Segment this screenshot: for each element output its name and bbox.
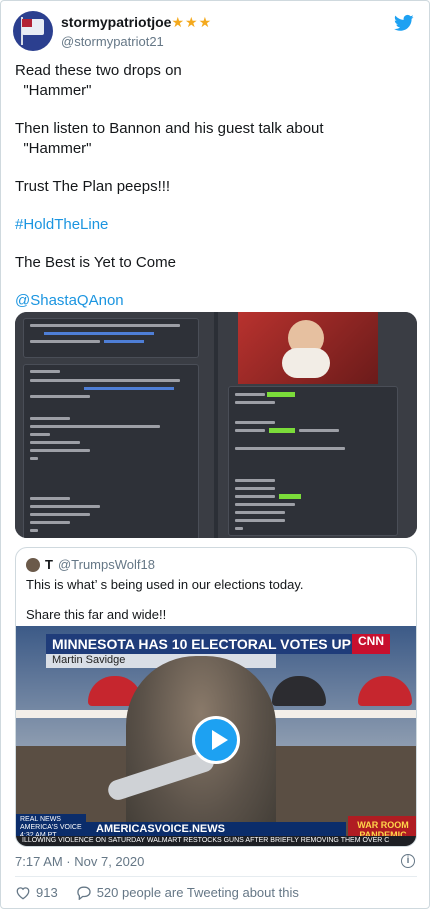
quoted-display-name: T xyxy=(45,557,53,572)
q-post-card xyxy=(23,318,199,358)
conversation-link[interactable]: 520 people are Tweeting about this xyxy=(76,885,299,900)
timestamp[interactable]: 7:17 AM · Nov 7, 2020 xyxy=(15,854,144,869)
flag-icon xyxy=(22,19,44,35)
avatar[interactable] xyxy=(13,11,53,51)
tv-headline: MINNESOTA HAS 10 ELECTORAL VOTES UP FOR … xyxy=(46,634,386,668)
stars-icon: ★★★ xyxy=(171,14,213,30)
war-room-logo: WAR ROOM PANDEMIC xyxy=(348,816,416,840)
quoted-tweet-header: T @TrumpsWolf18 xyxy=(26,557,155,572)
mention-link[interactable]: @ShastaQAnon xyxy=(15,292,124,309)
hashtag-link[interactable]: #HoldTheLine xyxy=(15,216,108,233)
tweet-header: stormypatriotjoe★★★ @stormypatriot21 xyxy=(13,11,419,51)
red-hat xyxy=(358,676,412,706)
media-grid[interactable] xyxy=(15,312,417,538)
play-button[interactable] xyxy=(192,716,240,764)
twitter-bird-icon[interactable] xyxy=(393,13,415,33)
quoted-paragraph: This is what’ s being used in our electi… xyxy=(26,577,304,592)
action-bar: 913 520 people are Tweeting about this xyxy=(15,885,299,900)
tweet-card: stormypatriotjoe★★★ @stormypatriot21 Rea… xyxy=(0,0,430,909)
info-icon[interactable]: i xyxy=(401,854,415,868)
news-ticker: REAL NEWS AMERICA'S VOICE 4:32 AM PT AME… xyxy=(16,814,416,846)
ticker-main: AMERICASVOICE.NEWS xyxy=(86,822,346,836)
reply-bubble-icon xyxy=(77,886,91,900)
divider xyxy=(15,876,417,877)
q-post-card xyxy=(23,364,199,538)
tweet-paragraph: Then listen to Bannon and his guest talk… xyxy=(15,120,324,157)
display-name[interactable]: stormypatriotjoe xyxy=(61,14,171,30)
like-count: 913 xyxy=(36,885,58,900)
tweeting-about-text: 520 people are Tweeting about this xyxy=(96,885,299,900)
ticker-logo: REAL NEWS AMERICA'S VOICE 4:32 AM PT xyxy=(16,814,86,839)
author-handle[interactable]: @stormypatriot21 xyxy=(61,34,212,49)
tweet-paragraph: Trust The Plan peeps!!! xyxy=(15,178,171,195)
cnn-logo: CNN xyxy=(352,634,390,654)
q-drop-screenshot-1[interactable] xyxy=(15,312,214,538)
black-hat xyxy=(272,676,326,706)
heart-icon xyxy=(16,886,30,899)
video-player[interactable]: MINNESOTA HAS 10 ELECTORAL VOTES UP FOR … xyxy=(16,626,416,846)
like-button[interactable]: 913 xyxy=(15,885,58,900)
tweet-text: Read these two drops on "Hammer" Then li… xyxy=(15,61,415,329)
ticker-crawl: ILLOWING VIOLENCE ON SATURDAY WALMART RE… xyxy=(16,836,416,846)
santa-image xyxy=(238,312,378,384)
q-post-card xyxy=(228,386,398,536)
quoted-tweet[interactable]: T @TrumpsWolf18 This is what’ s being us… xyxy=(15,547,417,847)
q-drop-screenshot-2[interactable] xyxy=(218,312,417,538)
author-block[interactable]: stormypatriotjoe★★★ @stormypatriot21 xyxy=(61,14,212,49)
quoted-handle: @TrumpsWolf18 xyxy=(57,557,155,572)
tweet-paragraph: Read these two drops on "Hammer" xyxy=(15,62,182,99)
avatar xyxy=(26,557,40,572)
tweet-paragraph: The Best is Yet to Come xyxy=(15,254,176,271)
quoted-paragraph: Share this far and wide!! xyxy=(26,607,167,622)
